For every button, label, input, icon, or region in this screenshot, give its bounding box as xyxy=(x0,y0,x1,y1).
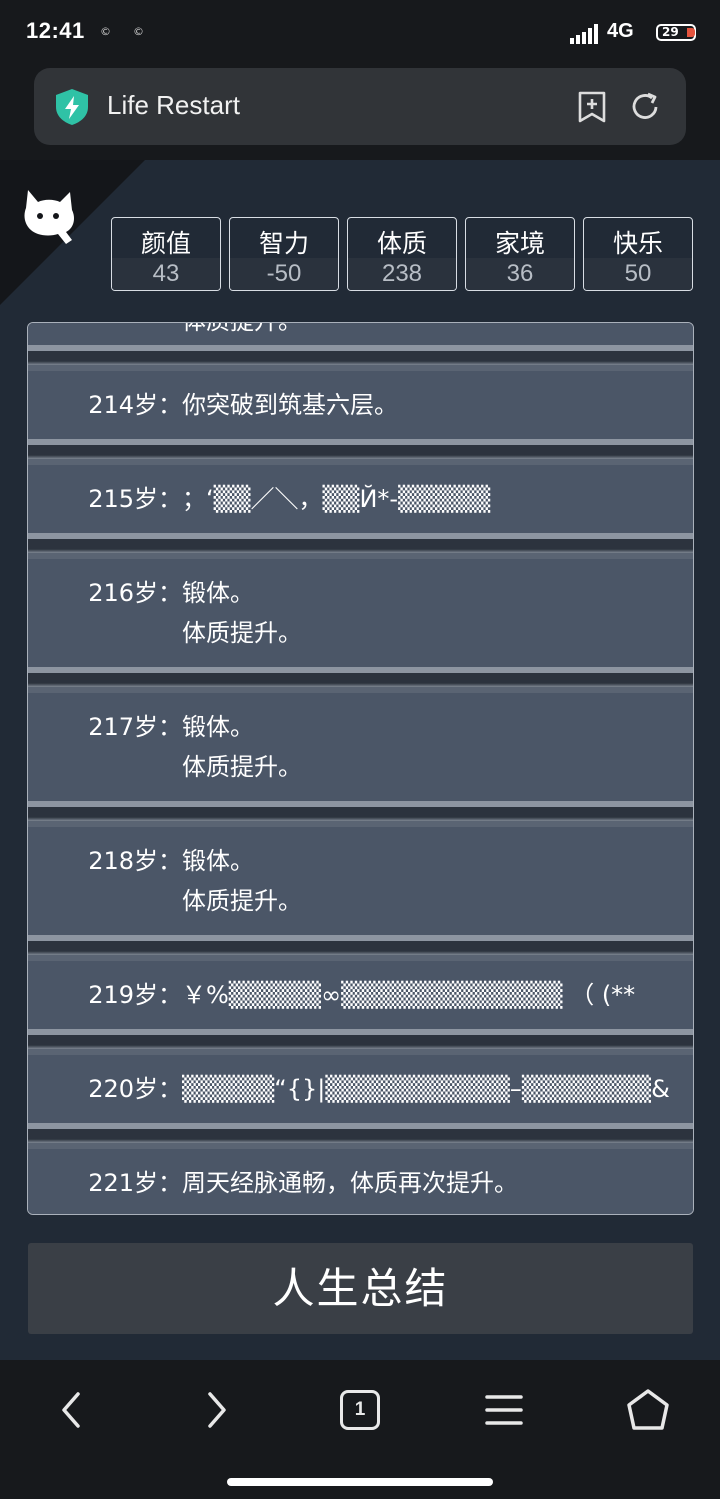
log-event-line: ￥%▒▒▒▒▒∞▒▒▒▒▒▒▒▒▒▒▒▒ （ (** xyxy=(182,981,636,1009)
log-age: 218岁： xyxy=(88,847,182,875)
log-age: 214岁： xyxy=(88,391,182,419)
log-entry: 216岁： 锻体。体质提升。 xyxy=(28,549,693,687)
stat-appearance: 颜值 43 xyxy=(111,217,221,291)
life-log-list[interactable]: 体质提升。 214岁：你突破到筑基六层。215岁：；‘▒▒／＼，▒▒Й*-▒▒▒… xyxy=(27,322,694,1215)
back-icon[interactable] xyxy=(48,1386,96,1434)
signal-icon xyxy=(570,24,598,44)
stat-label: 智力 xyxy=(258,229,309,258)
stat-family: 家境 36 xyxy=(465,217,575,291)
log-event-line: 体质提升。 xyxy=(182,753,302,781)
browser-nav-bar: 1 xyxy=(0,1360,720,1499)
reload-icon[interactable] xyxy=(628,90,662,124)
log-age: 219岁： xyxy=(88,981,182,1009)
log-event-line: ▒▒▒▒▒“{}|▒▒▒▒▒▒▒▒▒▒–▒▒▒▒▒▒▒& xyxy=(182,1075,670,1103)
log-age xyxy=(28,323,182,341)
log-event-line: 周天经脉通畅，体质再次提升。 xyxy=(182,1169,518,1197)
stat-label: 体质 xyxy=(376,229,427,258)
log-event-line: 体质提升。 xyxy=(182,619,302,647)
status-bar: 12:41 © © 4G 29 xyxy=(0,0,720,64)
battery-level: 29 xyxy=(662,25,679,39)
log-entry: 220岁： ▒▒▒▒▒“{}|▒▒▒▒▒▒▒▒▒▒–▒▒▒▒▒▒▒& xyxy=(28,1045,693,1143)
web-page: 颜值 43 智力 -50 体质 238 家境 36 快乐 50 体质提升。 21… xyxy=(0,160,720,1360)
log-event-line: 锻体。 xyxy=(182,579,254,607)
log-entry: 体质提升。 xyxy=(28,323,693,365)
stat-constitution: 体质 238 xyxy=(347,217,457,291)
attribute-panel: 颜值 43 智力 -50 体质 238 家境 36 快乐 50 xyxy=(111,217,693,291)
notification-icon: © xyxy=(133,25,144,38)
stat-value: -50 xyxy=(230,258,338,290)
stat-value: 50 xyxy=(584,258,692,290)
log-age: 220岁： xyxy=(88,1075,182,1103)
log-entry: 219岁： ￥%▒▒▒▒▒∞▒▒▒▒▒▒▒▒▒▒▒▒ （ (** xyxy=(28,951,693,1049)
battery-icon: 29 xyxy=(656,24,696,41)
security-shield-icon xyxy=(56,89,88,125)
life-log-scroll[interactable]: 体质提升。 214岁：你突破到筑基六层。215岁：；‘▒▒／＼，▒▒Й*-▒▒▒… xyxy=(28,323,693,1214)
log-event-line: 体质提升。 xyxy=(182,323,673,341)
add-bookmark-icon[interactable] xyxy=(576,90,608,124)
log-age: 217岁： xyxy=(88,713,182,741)
page-title: Life Restart xyxy=(107,90,240,120)
tabs-button[interactable]: 1 xyxy=(336,1386,384,1434)
tab-count: 1 xyxy=(340,1390,380,1430)
life-summary-button[interactable]: 人生总结 xyxy=(28,1243,693,1334)
log-age: 221岁： xyxy=(88,1169,182,1197)
stat-value: 36 xyxy=(466,258,574,290)
log-entry: 218岁： 锻体。体质提升。 xyxy=(28,817,693,955)
clock: 12:41 xyxy=(26,18,85,43)
log-event-line: 你突破到筑基六层。 xyxy=(182,391,398,419)
log-entry: 214岁： 你突破到筑基六层。 xyxy=(28,361,693,459)
stat-label: 家境 xyxy=(494,229,545,258)
log-event-line: 锻体。 xyxy=(182,713,254,741)
log-entry: 221岁： 周天经脉通畅，体质再次提升。 xyxy=(28,1139,693,1214)
log-entry: 215岁： ；‘▒▒／＼，▒▒Й*-▒▒▒▒▒ xyxy=(28,455,693,553)
forward-icon[interactable] xyxy=(192,1386,240,1434)
log-entry: 217岁： 锻体。体质提升。 xyxy=(28,683,693,821)
log-event-line: 体质提升。 xyxy=(182,887,302,915)
stat-label: 颜值 xyxy=(140,229,191,258)
log-event-line: ；‘▒▒／＼，▒▒Й*-▒▒▒▒▒ xyxy=(182,485,491,513)
stat-intelligence: 智力 -50 xyxy=(229,217,339,291)
stat-label: 快乐 xyxy=(612,229,663,258)
browser-address-bar[interactable]: Life Restart xyxy=(34,68,686,145)
home-icon[interactable] xyxy=(624,1386,672,1434)
github-cat-icon[interactable] xyxy=(18,184,82,246)
network-type: 4G xyxy=(607,20,634,42)
notification-icon: © xyxy=(100,25,111,38)
log-event-line: 锻体。 xyxy=(182,847,254,875)
log-age: 215岁： xyxy=(88,485,182,513)
stat-happiness: 快乐 50 xyxy=(583,217,693,291)
log-age: 216岁： xyxy=(88,579,182,607)
gesture-bar[interactable] xyxy=(227,1478,493,1486)
stat-value: 43 xyxy=(112,258,220,290)
menu-icon[interactable] xyxy=(480,1386,528,1434)
stat-value: 238 xyxy=(348,258,456,290)
